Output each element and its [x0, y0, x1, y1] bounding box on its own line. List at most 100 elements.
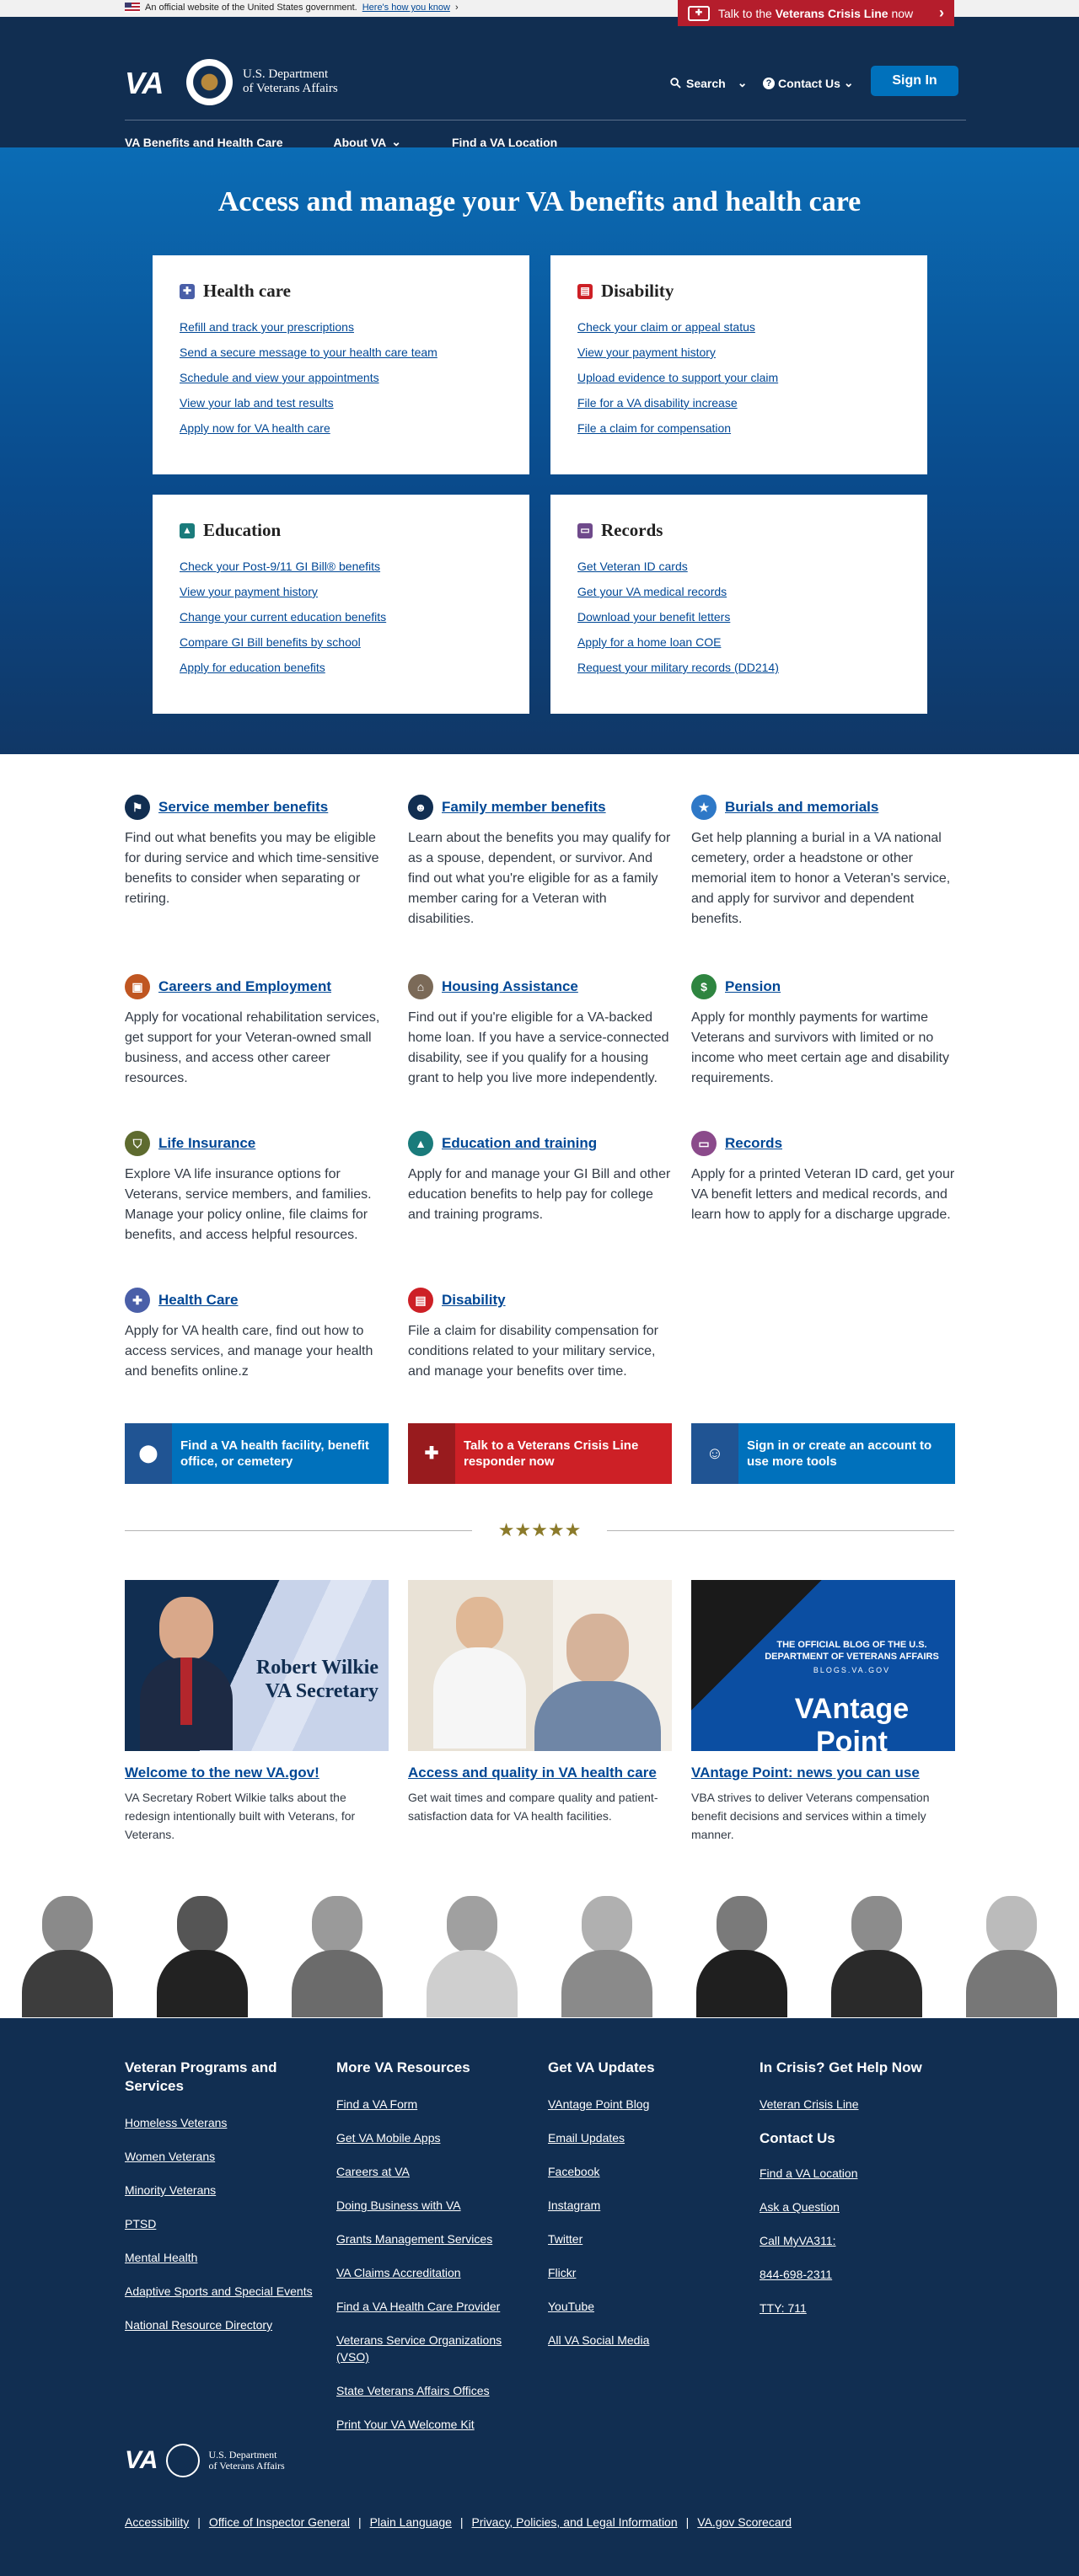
hub-link[interactable]: Upload evidence to support your claim: [577, 371, 778, 384]
footer-column-resources: More VA Resources Find a VA Form Get VA …: [336, 2059, 530, 2450]
contact-us-button[interactable]: ? Contact Us ⌄: [763, 76, 854, 90]
footer-link[interactable]: Facebook: [548, 2163, 742, 2180]
footer-link[interactable]: TTY: 711: [760, 2300, 953, 2316]
benefit-link[interactable]: Life Insurance: [158, 1135, 255, 1152]
hero-section: Access and manage your VA benefits and h…: [0, 147, 1079, 754]
vantage-point-image[interactable]: THE OFFICIAL BLOG OF THE U.S. DEPARTMENT…: [691, 1580, 955, 1751]
hub-link[interactable]: Send a secure message to your health car…: [180, 345, 438, 359]
benefit-heading: ▣ Careers and Employment: [125, 974, 393, 999]
crisis-responder-button[interactable]: ✚ Talk to a Veterans Crisis Line respond…: [408, 1423, 672, 1484]
image-caption: Robert Wilkie VA Secretary: [256, 1656, 378, 1703]
footer-link[interactable]: Email Updates: [548, 2129, 742, 2146]
benefit-link[interactable]: Pension: [725, 978, 781, 995]
footer-link[interactable]: PTSD: [125, 2215, 319, 2232]
footer-link[interactable]: State Veterans Affairs Offices: [336, 2382, 530, 2399]
va-logo[interactable]: VA: [125, 66, 164, 101]
nurse-figure-icon: [433, 1597, 526, 1751]
benefit-link[interactable]: Health Care: [158, 1292, 238, 1309]
wilkie-image[interactable]: Robert Wilkie VA Secretary: [125, 1580, 389, 1751]
footer-link[interactable]: VA Claims Accreditation: [336, 2264, 530, 2281]
benefit-link[interactable]: Burials and memorials: [725, 799, 878, 816]
footer-link[interactable]: Doing Business with VA: [336, 2197, 530, 2214]
hub-link[interactable]: Check your Post-9/11 GI Bill® benefits: [180, 560, 380, 573]
hub-link[interactable]: File a claim for compensation: [577, 421, 731, 435]
find-facility-button[interactable]: ⬤ Find a VA health facility, benefit off…: [125, 1423, 389, 1484]
footer-link[interactable]: Print Your VA Welcome Kit: [336, 2416, 530, 2433]
footer-link[interactable]: All VA Social Media: [548, 2332, 742, 2348]
hub-link[interactable]: Check your claim or appeal status: [577, 320, 755, 334]
image-caption: THE OFFICIAL BLOG OF THE U.S. DEPARTMENT…: [759, 1639, 945, 1751]
hub-link[interactable]: Schedule and view your appointments: [180, 371, 379, 384]
hub-link[interactable]: Apply for a home loan COE: [577, 635, 721, 649]
footer-logo[interactable]: VA U.S. Department of Veterans Affairs: [125, 2444, 285, 2477]
benefit-heading: ★ Burials and memorials: [691, 795, 959, 820]
hub-link[interactable]: Refill and track your prescriptions: [180, 320, 354, 334]
footer-link[interactable]: Mental Health: [125, 2249, 319, 2266]
hub-link[interactable]: File for a VA disability increase: [577, 396, 738, 410]
footer-bottom-link[interactable]: Accessibility: [125, 2515, 189, 2529]
footer-link[interactable]: Adaptive Sports and Special Events: [125, 2283, 319, 2300]
footer-link[interactable]: Find a VA Form: [336, 2096, 530, 2113]
hub-link[interactable]: Change your current education benefits: [180, 610, 386, 624]
how-you-know-link[interactable]: Here's how you know: [362, 3, 450, 13]
footer-link[interactable]: Find a VA Location: [760, 2165, 953, 2182]
hub-link[interactable]: Apply for education benefits: [180, 661, 325, 674]
footer-link[interactable]: Grants Management Services: [336, 2231, 530, 2247]
hub-link[interactable]: Download your benefit letters: [577, 610, 730, 624]
news-link[interactable]: VAntage Point: news you can use: [691, 1765, 920, 1781]
hub-link[interactable]: Get your VA medical records: [577, 585, 727, 598]
hub-link[interactable]: Request your military records (DD214): [577, 661, 779, 674]
benefit-link[interactable]: Disability: [442, 1292, 506, 1309]
hub-link[interactable]: View your payment history: [577, 345, 716, 359]
footer-bottom-link[interactable]: Privacy, Policies, and Legal Information: [472, 2515, 678, 2529]
footer-bottom-link[interactable]: Plain Language: [370, 2515, 452, 2529]
separator: |: [685, 2515, 690, 2529]
sign-in-button[interactable]: Sign In: [871, 66, 958, 96]
footer-link[interactable]: VAntage Point Blog: [548, 2096, 742, 2113]
footer-link[interactable]: Instagram: [548, 2197, 742, 2214]
cta-label: Sign in or create an account to use more…: [747, 1438, 932, 1469]
news-link[interactable]: Welcome to the new VA.gov!: [125, 1765, 319, 1781]
benefit-link[interactable]: Family member benefits: [442, 799, 606, 816]
crisis-chat-icon: ✚: [408, 1423, 455, 1484]
footer-bottom-link[interactable]: Office of Inspector General: [209, 2515, 350, 2529]
hub-link[interactable]: View your payment history: [180, 585, 318, 598]
footer-link[interactable]: Get VA Mobile Apps: [336, 2129, 530, 2146]
news-link[interactable]: Access and quality in VA health care: [408, 1765, 657, 1781]
benefit-heading: ▭ Records: [691, 1131, 959, 1156]
footer-link[interactable]: YouTube: [548, 2298, 742, 2315]
benefit-link[interactable]: Records: [725, 1135, 782, 1152]
footer-link[interactable]: National Resource Directory: [125, 2316, 319, 2333]
footer-link[interactable]: Twitter: [548, 2231, 742, 2247]
hub-title: Health care: [203, 281, 291, 301]
crisis-line-button[interactable]: ✚ Talk to the Veterans Crisis Line now ›: [678, 0, 954, 26]
benefit-link[interactable]: Careers and Employment: [158, 978, 331, 995]
benefit-records: ▭ Records Apply for a printed Veteran ID …: [691, 1131, 959, 1225]
footer-link[interactable]: Veteran Crisis Line: [760, 2096, 953, 2113]
search-button[interactable]: Search ⌄: [670, 76, 747, 90]
footer-link[interactable]: Careers at VA: [336, 2163, 530, 2180]
footer-link[interactable]: Women Veterans: [125, 2148, 319, 2165]
hub-link[interactable]: Apply now for VA health care: [180, 421, 330, 435]
footer-link[interactable]: Flickr: [548, 2264, 742, 2281]
footer-link[interactable]: Call MyVA311:: [760, 2232, 953, 2249]
benefit-link[interactable]: Service member benefits: [158, 799, 328, 816]
benefit-heading: ✚ Health Care: [125, 1288, 393, 1313]
hub-link[interactable]: View your lab and test results: [180, 396, 334, 410]
health-care-image[interactable]: [408, 1580, 672, 1751]
footer-link[interactable]: Veterans Service Organizations (VSO): [336, 2332, 530, 2365]
footer-link[interactable]: Homeless Veterans: [125, 2114, 319, 2131]
footer-link[interactable]: Minority Veterans: [125, 2182, 319, 2198]
footer-bottom-link[interactable]: VA.gov Scorecard: [697, 2515, 792, 2529]
benefit-link[interactable]: Education and training: [442, 1135, 597, 1152]
footer-link[interactable]: Ask a Question: [760, 2198, 953, 2215]
benefit-link[interactable]: Housing Assistance: [442, 978, 578, 995]
footer-link[interactable]: 844-698-2311: [760, 2266, 953, 2283]
hub-link[interactable]: Compare GI Bill benefits by school: [180, 635, 361, 649]
footer-link[interactable]: Find a VA Health Care Provider: [336, 2298, 530, 2315]
benefit-description: Apply for a printed Veteran ID card, get…: [691, 1167, 955, 1222]
document-icon: ▤: [577, 283, 593, 299]
hub-link[interactable]: Get Veteran ID cards: [577, 560, 688, 573]
sign-in-account-button[interactable]: ☺ Sign in or create an account to use mo…: [691, 1423, 955, 1484]
benefit-careers: ▣ Careers and Employment Apply for vocati…: [125, 974, 393, 1089]
